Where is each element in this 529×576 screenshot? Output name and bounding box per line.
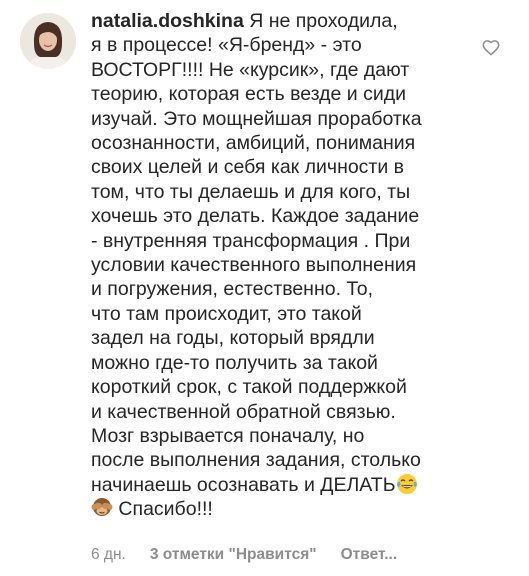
comment-body-part1: Я не проходила, я в процессе! «Я-бренд» …	[91, 10, 422, 496]
face-with-tears-of-joy-icon	[396, 473, 418, 495]
comment-likes-count[interactable]: 3 отметки "Нравится"	[150, 546, 317, 564]
like-heart-icon[interactable]	[482, 40, 500, 56]
comment-meta: 6 дн. 3 отметки "Нравится" Ответ...	[91, 544, 397, 566]
comment-body-part2: Спасибо!!!	[118, 498, 213, 521]
reply-button[interactable]: Ответ...	[341, 546, 398, 564]
comment-username[interactable]: natalia.doshkina	[91, 10, 244, 32]
comment-text: natalia.doshkina Я не проходила, я в про…	[91, 9, 471, 522]
see-no-evil-monkey-icon	[91, 497, 113, 519]
comment: natalia.doshkina Я не проходила, я в про…	[0, 0, 529, 576]
avatar-image	[20, 13, 76, 69]
comment-timestamp[interactable]: 6 дн.	[91, 546, 126, 564]
avatar[interactable]	[20, 13, 76, 69]
